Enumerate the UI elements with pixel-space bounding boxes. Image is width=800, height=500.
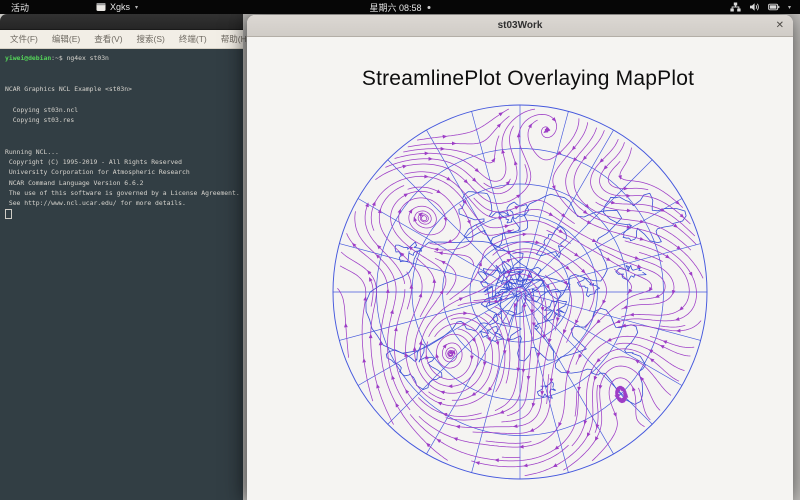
terminal-prompt-line: yiwei@debian:~$ ng4ex st03n — [5, 53, 243, 63]
app-menu-caret-icon: ▾ — [135, 4, 139, 11]
terminal-output-line: See http://www.ncl.ucar.edu/ for more de… — [5, 199, 186, 208]
terminal-output-line: NCAR Graphics NCL Example <st03n> — [5, 85, 132, 94]
terminal-output-line: Copying st03.res — [5, 116, 75, 125]
network-icon — [730, 2, 741, 12]
app-menu-button[interactable]: Xgks ▾ — [88, 0, 146, 14]
terminal-titlebar[interactable] — [0, 14, 243, 30]
system-menu-caret-icon: ▾ — [787, 4, 791, 11]
plot-window: st03Work ✕ StreamlinePlot Overlaying Map… — [247, 15, 793, 500]
clock-label: 星期六 08:58 — [369, 2, 422, 13]
clock-button[interactable]: 星期六 08:58 — [363, 0, 436, 14]
terminal-output-line: The use of this software is governed by … — [5, 189, 240, 198]
menu-file[interactable]: 文件(F) — [3, 33, 45, 45]
app-menu-label: Xgks — [110, 2, 131, 12]
terminal-cursor — [5, 208, 12, 219]
volume-icon — [749, 3, 759, 11]
notification-dot — [427, 5, 431, 9]
plot-window-title: st03Work — [497, 20, 543, 31]
terminal-menubar: 文件(F) 编辑(E) 查看(V) 搜索(S) 终端(T) 帮助(H) — [0, 30, 250, 49]
battery-icon — [768, 3, 780, 11]
prompt-path: :~$ — [51, 54, 67, 62]
menu-search[interactable]: 搜索(S) — [130, 33, 172, 45]
terminal-output-line: University Corporation for Atmospheric R… — [5, 168, 190, 177]
prompt-user-host: yiwei@debian — [5, 54, 52, 62]
activities-button[interactable]: 活动 — [0, 0, 40, 14]
prompt-command: ng4ex st03n — [66, 54, 109, 62]
terminal-cursor-line — [5, 208, 243, 219]
terminal-output-line: Copying st03n.ncl — [5, 105, 79, 114]
plot-window-titlebar[interactable]: st03Work ✕ — [247, 15, 793, 37]
terminal-output-line: Copyright (C) 1995-2019 - All Rights Res… — [5, 157, 182, 166]
close-button[interactable]: ✕ — [776, 20, 784, 31]
menu-view[interactable]: 查看(V) — [87, 33, 129, 45]
system-status-area[interactable]: ▾ — [721, 0, 800, 14]
terminal-output[interactable]: yiwei@debian:~$ ng4ex st03n NCAR Graphic… — [0, 49, 243, 500]
xgks-app-icon — [96, 3, 106, 11]
streamline-map-plot — [332, 104, 708, 480]
menu-terminal[interactable]: 终端(T) — [172, 33, 214, 45]
plot-canvas-area: StreamlinePlot Overlaying MapPlot — [247, 37, 793, 500]
menu-edit[interactable]: 编辑(E) — [45, 33, 87, 45]
terminal-window: 文件(F) 编辑(E) 查看(V) 搜索(S) 终端(T) 帮助(H) yiwei@deb… — [0, 14, 250, 500]
terminal-output-line: NCAR Command Language Version 6.6.2 — [5, 178, 144, 187]
top-bar: 活动 Xgks ▾ 星期六 08:58 ▾ — [0, 0, 800, 14]
terminal-output-line: Running NCL... — [5, 147, 59, 156]
